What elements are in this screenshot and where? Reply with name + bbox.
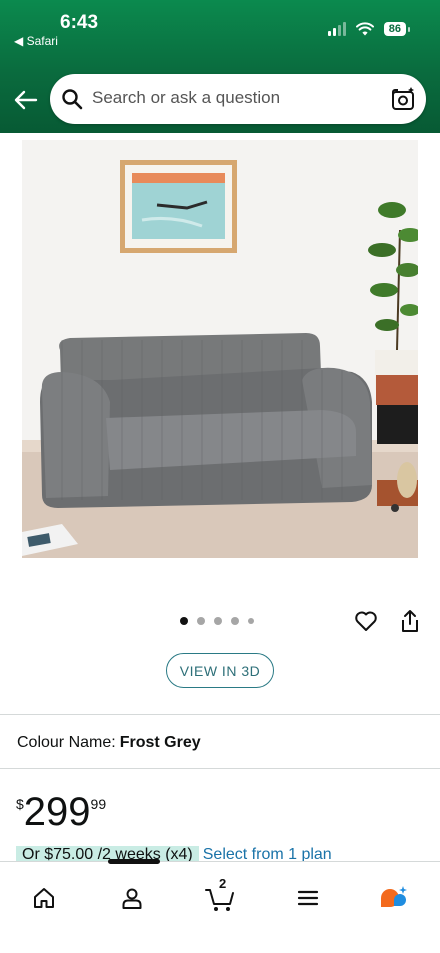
tab-rufus[interactable]: [374, 878, 414, 918]
search-input[interactable]: [92, 88, 372, 108]
colour-label: Colour Name:: [17, 734, 116, 751]
divider: [0, 768, 440, 769]
back-arrow-icon[interactable]: [12, 86, 40, 114]
sofa-photo: [22, 140, 418, 558]
view-in-3d-button[interactable]: VIEW IN 3D: [166, 653, 274, 688]
image-carousel-dots[interactable]: [180, 617, 254, 625]
cellular-signal-icon: [327, 22, 346, 36]
status-indicators: 86: [327, 22, 411, 36]
share-icon[interactable]: [399, 608, 421, 634]
tab-home[interactable]: [24, 878, 64, 918]
carousel-dot[interactable]: [248, 618, 254, 624]
home-indicator: [108, 859, 160, 864]
price: $ 299 99: [16, 790, 106, 834]
tab-account[interactable]: [112, 878, 152, 918]
colour-value: Frost Grey: [119, 734, 201, 751]
carousel-dot[interactable]: [180, 617, 188, 625]
rufus-ai-icon: [381, 886, 407, 907]
status-time: 6:43: [60, 12, 99, 33]
wifi-icon: [355, 22, 374, 36]
price-currency: $: [16, 796, 24, 812]
search-icon: [62, 89, 83, 110]
price-fraction: 99: [90, 796, 107, 812]
tab-cart[interactable]: 2: [200, 876, 240, 918]
battery-indicator: 86: [383, 22, 411, 36]
person-icon: [122, 888, 142, 909]
menu-icon: [297, 890, 319, 906]
back-app-label: Safari: [26, 34, 58, 48]
search-bar[interactable]: [50, 74, 426, 124]
app-header: 6:43 ◀ Safari 86: [0, 0, 440, 133]
carousel-dot[interactable]: [197, 617, 205, 625]
tab-menu[interactable]: [288, 878, 328, 918]
back-to-safari[interactable]: ◀ Safari: [14, 34, 58, 48]
price-whole: 299: [23, 790, 91, 834]
heart-icon[interactable]: [354, 609, 378, 633]
carousel-dot[interactable]: [231, 617, 239, 625]
cart-count-badge: 2: [219, 876, 227, 891]
camera-search-icon[interactable]: [390, 86, 416, 112]
carousel-dot[interactable]: [214, 617, 222, 625]
bottom-tab-bar: 2: [0, 861, 440, 953]
colour-name-row: Colour Name: Frost Grey: [17, 734, 201, 752]
home-icon: [34, 888, 54, 908]
product-image[interactable]: [22, 140, 418, 558]
divider: [0, 714, 440, 715]
